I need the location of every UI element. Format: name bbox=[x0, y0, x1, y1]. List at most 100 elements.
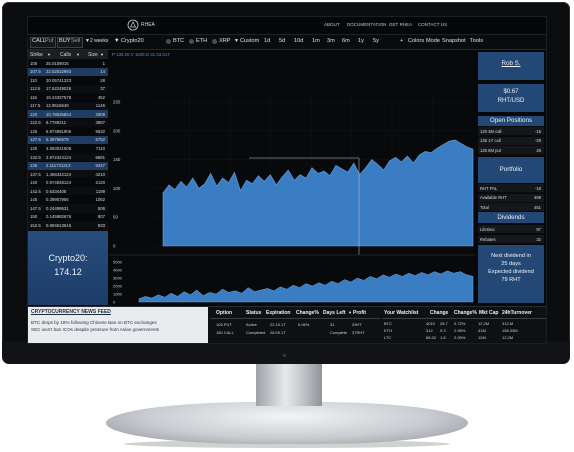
dividend-row[interactable]: Lifetime 97 bbox=[478, 225, 544, 234]
chevron-down-icon[interactable]: ▼ bbox=[234, 38, 239, 44]
watchlist-cell[interactable]: 68.32 bbox=[426, 335, 436, 340]
portfolio-row[interactable]: RHT PnL -18 bbox=[478, 184, 544, 193]
position-row[interactable]: 120 3M call -15 bbox=[478, 127, 544, 136]
range-5d[interactable]: 5d bbox=[279, 38, 285, 44]
chevron-down-icon[interactable]: ▼ bbox=[100, 52, 104, 57]
rate-unit: RHT/USD bbox=[497, 98, 525, 104]
column-header-strike[interactable]: Strike bbox=[30, 52, 43, 58]
price-chart[interactable]: P 139.20 V 1845 D 31.03.017 250 200 150 100… bbox=[109, 50, 475, 306]
watchlist-cell[interactable]: 4010 bbox=[426, 321, 435, 326]
table-row[interactable]: 122.5 8.7789211 3887 bbox=[28, 118, 108, 128]
eth-radio[interactable] bbox=[189, 39, 194, 44]
watchlist-cell[interactable]: 2.98% bbox=[454, 328, 465, 333]
btc-radio[interactable] bbox=[166, 39, 171, 44]
filter-icon[interactable]: ▼ bbox=[348, 310, 352, 315]
dividend-row-value: 97 bbox=[536, 226, 541, 232]
range-6m[interactable]: 6m bbox=[342, 38, 350, 44]
range-10d[interactable]: 10d bbox=[294, 38, 303, 44]
news-item[interactable]: BTC drops by 18% following Chinese Ban o… bbox=[31, 320, 157, 325]
watchlist-cell[interactable]: ETH bbox=[384, 328, 392, 333]
portfolio-row[interactable]: Total 451 bbox=[478, 203, 544, 212]
watchlist-cell[interactable]: 158.33M bbox=[502, 328, 518, 333]
position-row[interactable]: 135 1Y call -29 bbox=[478, 136, 544, 146]
nav-get-rhea[interactable]: GET RHEA bbox=[389, 22, 412, 27]
table-row[interactable]: 132.5 2.972424124 6681 bbox=[28, 153, 108, 162]
dividend-row[interactable]: Rebates 32 bbox=[478, 235, 544, 244]
watchlist-cell[interactable]: 12.2M bbox=[502, 335, 513, 340]
menu-mode[interactable]: Mode bbox=[426, 38, 440, 44]
menu-snapshot[interactable]: Snapshot bbox=[442, 38, 466, 44]
call-option[interactable]: CALL bbox=[32, 38, 46, 44]
position-row-label: 120 3M call bbox=[480, 128, 502, 134]
monitor-stand-neck bbox=[256, 364, 322, 406]
table-row[interactable]: 137.5 1.456342124 4210 bbox=[28, 170, 108, 179]
sell-option[interactable]: Sell bbox=[71, 38, 80, 44]
watchlist-cell[interactable]: 312 bbox=[426, 328, 433, 333]
watchlist-cell[interactable]: 1.8 bbox=[440, 335, 446, 340]
table-row[interactable]: 127.5 5.39786579 6752 bbox=[28, 135, 108, 145]
watchlist-cell[interactable]: 12.2M bbox=[478, 321, 489, 326]
range-custom[interactable]: Custom bbox=[240, 38, 259, 44]
user-name[interactable]: Rob S. bbox=[478, 60, 544, 67]
nav-about[interactable]: ABOUT bbox=[324, 22, 340, 27]
table-row[interactable]: 117.5 12.9515649 1146 bbox=[28, 101, 108, 110]
table-row[interactable]: 115 15.24337578 452 bbox=[28, 93, 108, 102]
watchlist-cell[interactable]: 0.72% bbox=[454, 321, 465, 326]
asset-eth[interactable]: ETH bbox=[196, 38, 207, 44]
table-row[interactable]: 110 20.05741323 28 bbox=[28, 76, 108, 85]
menu-tools[interactable]: Tools bbox=[470, 38, 483, 44]
table-row[interactable]: 120 10.78535824 3309 bbox=[28, 110, 108, 119]
table-row[interactable]: 105 25.0109015 1 bbox=[28, 59, 108, 68]
news-item[interactable]: SEC won't ban ICOs despite pressure from… bbox=[31, 327, 159, 332]
chevron-down-icon[interactable]: ▼ bbox=[47, 52, 51, 57]
table-row[interactable]: 145 0.39957956 1062 bbox=[28, 195, 108, 204]
table-row[interactable]: 107.5 22.52532993 14 bbox=[28, 67, 108, 76]
column-header-calls[interactable]: Calls bbox=[60, 52, 71, 58]
portfolio-row[interactable]: Available RHT 469 bbox=[478, 193, 544, 203]
asset-btc[interactable]: BTC bbox=[173, 38, 184, 44]
chevron-down-icon[interactable]: ▼ bbox=[114, 38, 120, 44]
range-3m[interactable]: 3m bbox=[327, 38, 335, 44]
buy-option[interactable]: BUY bbox=[59, 38, 71, 44]
asset-xrp[interactable]: XRP bbox=[219, 38, 231, 44]
watchlist-cell[interactable]: LTC bbox=[384, 335, 391, 340]
range-5y[interactable]: 5y bbox=[373, 38, 379, 44]
watchlist-cell[interactable]: 28.7 bbox=[440, 321, 448, 326]
table-row[interactable]: 152.5 0.084613616 833 bbox=[28, 221, 108, 230]
chevron-down-icon[interactable]: ▼ bbox=[76, 52, 80, 57]
table-row[interactable]: 147.5 0.24499531 506 bbox=[28, 204, 108, 213]
portfolio-row-value: 469 bbox=[534, 195, 541, 200]
table-row[interactable]: 125 6.974891906 5932 bbox=[28, 127, 108, 136]
nav-documentation[interactable]: DOCUMENTATION bbox=[347, 22, 386, 27]
watchlist-cell[interactable]: 41M bbox=[478, 328, 486, 333]
position-row[interactable]: 125 6M put 26 bbox=[478, 146, 544, 155]
period-select[interactable]: 2 weeks bbox=[90, 38, 108, 44]
menu-colors[interactable]: Colors bbox=[408, 38, 424, 44]
symbol-select[interactable]: Crypto20 bbox=[121, 38, 144, 44]
watchlist-cell[interactable]: BTC bbox=[384, 321, 392, 326]
watchlist-cell[interactable]: 12M bbox=[478, 335, 486, 340]
size-cell: 452 bbox=[97, 94, 105, 100]
watchlist-cell[interactable]: 2.05% bbox=[454, 335, 465, 340]
volume-tick-label: 1000 bbox=[113, 292, 123, 297]
table-row[interactable]: 140 0.974848124 2120 bbox=[28, 178, 108, 187]
put-option[interactable]: Put bbox=[45, 38, 53, 44]
position-row-value: -15 bbox=[534, 128, 541, 134]
table-row[interactable]: 150 0.145982676 907 bbox=[28, 212, 108, 222]
volume-tick-label: 5000 bbox=[113, 260, 123, 265]
range-1y[interactable]: 1y bbox=[358, 38, 364, 44]
watchlist-cell[interactable]: 312.M bbox=[502, 321, 513, 326]
add-indicator-button[interactable]: + bbox=[400, 38, 403, 44]
column-header-size[interactable]: Size bbox=[88, 52, 98, 58]
nav-contact-us[interactable]: CONTACT US bbox=[418, 22, 447, 27]
xrp-radio[interactable] bbox=[212, 39, 217, 44]
bottom-panel: CRYPTOCURRENCY NEWS FEED BTC drops by 18… bbox=[28, 306, 546, 343]
watchlist-cell[interactable]: 9.3 bbox=[440, 328, 446, 333]
range-1d[interactable]: 1d bbox=[264, 38, 270, 44]
order-cell: 180 CALL bbox=[216, 330, 234, 335]
table-row[interactable]: 135 2.111731213 5347 bbox=[28, 161, 108, 170]
range-1m[interactable]: 1m bbox=[312, 38, 320, 44]
table-row[interactable]: 130 4.063021605 7110 bbox=[28, 144, 108, 153]
table-row[interactable]: 112.5 17.62249026 37 bbox=[28, 84, 108, 93]
table-row[interactable]: 142.5 0.6334405 1189 bbox=[28, 187, 108, 196]
